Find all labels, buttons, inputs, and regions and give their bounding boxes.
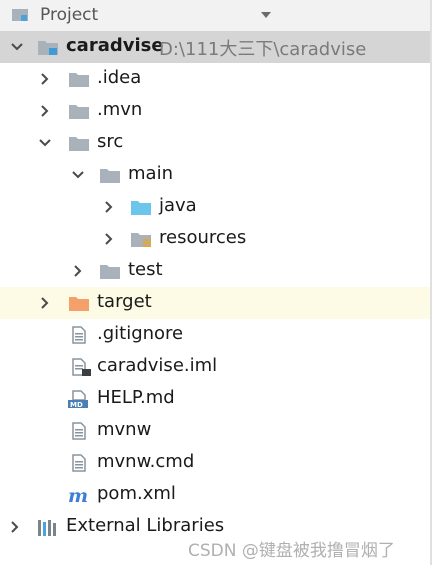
tree-item-label: .gitignore [97,323,184,344]
chevron-right-icon[interactable] [38,296,52,310]
watermark-text: CSDN @键盘被我撸冒烟了 [188,541,395,561]
folder-icon [69,73,89,87]
project-panel-icon [12,9,28,21]
tree-item-label: target [97,291,152,312]
tree-row-root[interactable]: caradvise D:\111大三下\caradvise [0,31,430,63]
caret-down-icon[interactable] [259,8,273,22]
tree-item-label: pom.xml [97,483,176,504]
folder-icon [100,169,120,183]
tree-item-label: caradvise.iml [97,355,218,376]
svg-text:m: m [68,486,88,504]
tree-item-label: mvnw [97,419,152,440]
project-panel-header: Project [0,0,430,32]
markdown-file-icon: MD [68,390,88,408]
tree-row-pom[interactable]: m pom.xml [0,479,430,511]
tree-row-mvn[interactable]: .mvn [0,95,430,127]
source-root-folder-icon [131,201,151,215]
root-label: caradvise [66,35,164,56]
text-file-icon [72,326,86,344]
tree-item-label: .idea [97,67,142,88]
chevron-down-icon[interactable] [10,40,24,54]
chevron-right-icon[interactable] [102,232,116,246]
tree-item-label: src [97,131,124,152]
tree-item-label: HELP.md [97,387,175,408]
library-icon [38,520,56,536]
chevron-right-icon[interactable] [71,264,85,278]
tree-item-label: mvnw.cmd [97,451,195,472]
excluded-folder-icon [69,297,89,311]
tree-row-idea[interactable]: .idea [0,63,430,95]
tree-row-resources[interactable]: resources [0,223,430,255]
folder-icon [69,105,89,119]
tree-row-help[interactable]: MD HELP.md [0,383,430,415]
tree-row-target[interactable]: target [0,287,430,319]
folder-icon [100,265,120,279]
resources-root-folder-icon [131,233,151,247]
tree-row-src[interactable]: src [0,127,430,159]
tree-row-main[interactable]: main [0,159,430,191]
panel-title: Project [40,5,99,25]
svg-text:MD: MD [70,401,83,408]
chevron-right-icon[interactable] [38,72,52,86]
root-path: D:\111大三下\caradvise [159,39,367,60]
chevron-down-icon[interactable] [38,136,52,150]
module-file-icon [72,358,91,376]
tree-row-mvnw[interactable]: mvnw [0,415,430,447]
folder-icon [69,137,89,151]
module-folder-icon [38,41,58,55]
maven-icon: m [68,486,88,504]
tree-row-iml[interactable]: caradvise.iml [0,351,430,383]
tree-row-test[interactable]: test [0,255,430,287]
chevron-right-icon[interactable] [38,104,52,118]
tree-item-label: External Libraries [66,515,225,536]
tree-item-label: .mvn [97,99,143,120]
chevron-down-icon[interactable] [71,168,85,182]
tree-row-gitignore[interactable]: .gitignore [0,319,430,351]
tree-item-label: test [128,259,163,280]
chevron-right-icon[interactable] [102,200,116,214]
tree-item-label: main [128,163,173,184]
tree-item-label: java [159,195,197,216]
tree-row-mvnw-cmd[interactable]: mvnw.cmd [0,447,430,479]
text-file-icon [72,454,86,472]
text-file-icon [72,422,86,440]
project-tool-window: Project caradvise D:\111大三下\caradvise .i… [0,0,432,565]
tree-item-label: resources [159,227,247,248]
chevron-right-icon[interactable] [8,520,22,534]
tree-row-java[interactable]: java [0,191,430,223]
